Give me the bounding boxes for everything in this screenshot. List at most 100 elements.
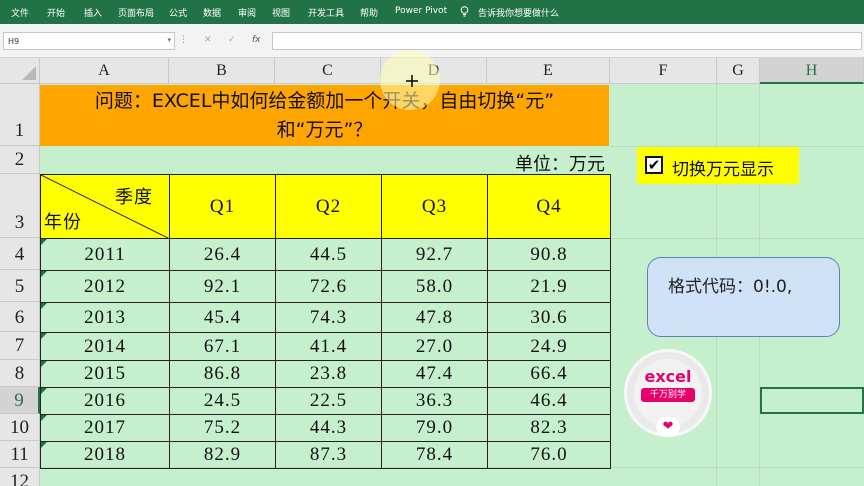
value-cell[interactable]: 22.5	[275, 387, 382, 415]
tab-help[interactable]: 帮助	[360, 6, 378, 19]
tab-review[interactable]: 审阅	[238, 6, 256, 19]
value-cell[interactable]: 36.3	[381, 387, 488, 415]
checkbox-check-icon[interactable]: ✔	[645, 156, 663, 174]
row-header-5[interactable]: 5	[0, 270, 40, 302]
diagonal-header-cell[interactable]: 季度 年份	[40, 174, 170, 239]
year-cell[interactable]: 2015	[40, 360, 170, 388]
toggle-wan-yuan-checkbox[interactable]: ✔ 切换万元显示	[637, 147, 799, 184]
value-cell[interactable]: 87.3	[275, 441, 382, 469]
value-cell[interactable]: 92.1	[169, 270, 276, 303]
value-cell[interactable]: 46.4	[487, 387, 611, 415]
row-header-11[interactable]: 11	[0, 441, 40, 468]
tab-power-pivot[interactable]: Power Pivot	[395, 6, 447, 16]
formula-bar: H9 ▾ ⋮ ✕ ✓ fx	[0, 24, 864, 58]
value-cell[interactable]: 58.0	[381, 270, 488, 303]
name-box[interactable]: H9 ▾	[3, 32, 175, 50]
value-cell[interactable]: 30.6	[487, 302, 611, 333]
value-cell[interactable]: 82.9	[169, 441, 276, 469]
table-row: 2016 24.5 22.5 36.3 46.4	[40, 387, 611, 415]
sheet-title[interactable]: 问题：EXCEL中如何给金额加一个开关，自由切换“元” 和“万元”？	[40, 85, 609, 146]
tab-insert[interactable]: 插入	[84, 6, 102, 19]
year-cell[interactable]: 2018	[40, 441, 170, 469]
formula-input[interactable]	[272, 32, 862, 50]
value-cell[interactable]: 90.8	[487, 238, 611, 271]
row-header-10[interactable]: 10	[0, 414, 40, 441]
value-cell[interactable]: 27.0	[381, 332, 488, 361]
insert-function-icon[interactable]: fx	[252, 35, 261, 45]
value-cell[interactable]: 82.3	[487, 414, 611, 442]
row-header-12[interactable]: 12	[0, 468, 40, 486]
unit-label[interactable]: 单位：万元	[440, 150, 605, 176]
column-header-f[interactable]: F	[610, 58, 717, 84]
value-cell[interactable]: 24.5	[169, 387, 276, 415]
value-cell[interactable]: 67.1	[169, 332, 276, 361]
value-cell[interactable]: 44.5	[275, 238, 382, 271]
row-header-4[interactable]: 4	[0, 238, 40, 270]
tell-me-search[interactable]: 告诉我你想要做什么	[478, 6, 559, 19]
value-cell[interactable]: 75.2	[169, 414, 276, 442]
chevron-down-icon[interactable]: ▾	[167, 36, 171, 44]
column-header-g[interactable]: G	[717, 58, 760, 84]
enter-icon[interactable]: ✓	[228, 35, 236, 45]
row-header-7[interactable]: 7	[0, 332, 40, 360]
year-cell[interactable]: 2013	[40, 302, 170, 333]
value-cell[interactable]: 47.4	[381, 360, 488, 388]
row-header-9[interactable]: 9	[0, 387, 40, 414]
header-q2[interactable]: Q2	[275, 174, 382, 239]
year-cell[interactable]: 2017	[40, 414, 170, 442]
row-header-8[interactable]: 8	[0, 360, 40, 387]
value-cell[interactable]: 41.4	[275, 332, 382, 361]
tab-view[interactable]: 视图	[272, 6, 290, 19]
header-q3[interactable]: Q3	[381, 174, 488, 239]
row-header-3[interactable]: 3	[0, 174, 40, 238]
value-cell[interactable]: 78.4	[381, 441, 488, 469]
value-cell[interactable]: 45.4	[169, 302, 276, 333]
row-header-2[interactable]: 2	[0, 146, 40, 174]
header-season: 季度	[115, 187, 153, 208]
tab-developer[interactable]: 开发工具	[308, 6, 344, 19]
value-cell[interactable]: 66.4	[487, 360, 611, 388]
column-header-c[interactable]: C	[275, 58, 381, 84]
more-options-icon[interactable]: ⋮	[179, 35, 188, 45]
header-q1[interactable]: Q1	[169, 174, 276, 239]
column-header-b[interactable]: B	[169, 58, 275, 84]
tab-data[interactable]: 数据	[203, 6, 221, 19]
value-cell[interactable]: 21.9	[487, 270, 611, 303]
value-cell[interactable]: 26.4	[169, 238, 276, 271]
value-cell[interactable]: 44.3	[275, 414, 382, 442]
value-cell[interactable]: 92.7	[381, 238, 488, 271]
year-cell[interactable]: 2011	[40, 238, 170, 271]
column-header-a[interactable]: A	[40, 58, 169, 84]
cancel-icon[interactable]: ✕	[204, 35, 212, 45]
year-cell[interactable]: 2016	[40, 387, 170, 415]
value-cell[interactable]: 72.6	[275, 270, 382, 303]
tab-file[interactable]: 文件	[11, 6, 29, 19]
table-row: 2017 75.2 44.3 79.0 82.3	[40, 414, 611, 442]
tab-formulas[interactable]: 公式	[169, 6, 187, 19]
header-q4[interactable]: Q4	[487, 174, 611, 239]
value-cell[interactable]: 74.3	[275, 302, 382, 333]
value-cell[interactable]: 47.8	[381, 302, 488, 333]
select-all-corner[interactable]	[0, 58, 40, 84]
column-header-e[interactable]: E	[487, 58, 610, 84]
row-header-1[interactable]: 1	[0, 84, 40, 146]
value-cell[interactable]: 23.8	[275, 360, 382, 388]
name-box-value: H9	[8, 37, 20, 46]
row-header-6[interactable]: 6	[0, 302, 40, 332]
value-cell[interactable]: 86.8	[169, 360, 276, 388]
ribbon-tab-bar: 文件 开始 插入 页面布局 公式 数据 审阅 视图 开发工具 帮助 Power …	[0, 0, 864, 24]
year-cell[interactable]: 2012	[40, 270, 170, 303]
value-cell[interactable]: 79.0	[381, 414, 488, 442]
table-row: 2011 26.4 44.5 92.7 90.8	[40, 238, 611, 271]
tab-page-layout[interactable]: 页面布局	[118, 6, 154, 19]
year-cell[interactable]: 2014	[40, 332, 170, 361]
move-cursor-icon	[406, 75, 418, 87]
value-cell[interactable]: 24.9	[487, 332, 611, 361]
data-table: 季度 年份 Q1 Q2 Q3 Q4 2011 26.4 44.5 92.7 90…	[40, 174, 611, 469]
table-row: 2018 82.9 87.3 78.4 76.0	[40, 441, 611, 469]
value-cell[interactable]: 76.0	[487, 441, 611, 469]
table-row: 2013 45.4 74.3 47.8 30.6	[40, 302, 611, 333]
column-header-h[interactable]: H	[760, 58, 864, 84]
tab-home[interactable]: 开始	[47, 6, 65, 19]
active-cell-h9[interactable]	[760, 387, 864, 414]
